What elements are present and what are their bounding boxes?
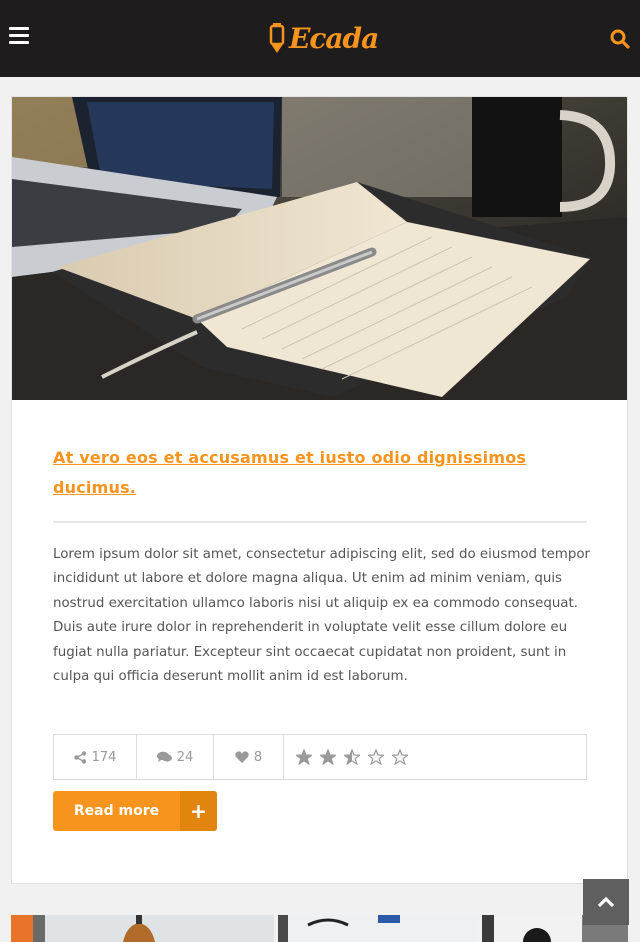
- next-post-thumbnail[interactable]: [11, 915, 274, 942]
- heart-icon: [235, 751, 249, 763]
- title-divider: [53, 521, 587, 523]
- post-excerpt: Lorem ipsum dolor sit amet, consectetur …: [53, 547, 591, 685]
- star-full-icon: [296, 749, 312, 765]
- comment-count[interactable]: 24: [137, 735, 214, 779]
- star-empty-icon: [368, 749, 384, 765]
- post-meta-bar: 174 24 8: [53, 734, 587, 780]
- post-card: At vero eos et accusamus et iusto odio d…: [11, 96, 628, 884]
- scroll-to-top-button[interactable]: [583, 879, 629, 925]
- star-full-icon: [320, 749, 336, 765]
- pencil-logo-icon: [269, 23, 285, 53]
- chevron-up-icon: [597, 896, 615, 908]
- next-post-thumbnail[interactable]: [278, 915, 478, 942]
- share-count-value: 174: [91, 749, 117, 765]
- like-count-value: 8: [253, 749, 263, 765]
- next-posts-strip: [11, 915, 628, 942]
- hamburger-menu-icon[interactable]: [9, 27, 29, 45]
- read-more-label: Read more: [73, 803, 160, 819]
- top-navigation-bar: Ecada: [0, 0, 640, 77]
- read-more-button[interactable]: Read more +: [53, 791, 217, 831]
- comment-count-value: 24: [176, 749, 194, 765]
- comments-icon: [156, 751, 172, 762]
- plus-icon: +: [180, 791, 217, 831]
- post-rating[interactable]: [284, 735, 586, 779]
- site-logo[interactable]: Ecada: [269, 16, 379, 60]
- share-icon: [73, 750, 86, 764]
- star-half-icon: [344, 749, 360, 765]
- star-empty-icon: [392, 749, 408, 765]
- logo-text: Ecada: [289, 21, 379, 55]
- post-title-link[interactable]: At vero eos et accusamus et iusto odio d…: [53, 443, 533, 503]
- rating-stars: [296, 749, 413, 765]
- search-icon[interactable]: [609, 28, 631, 50]
- share-count[interactable]: 174: [54, 735, 137, 779]
- post-featured-image[interactable]: [12, 97, 627, 400]
- like-count[interactable]: 8: [214, 735, 284, 779]
